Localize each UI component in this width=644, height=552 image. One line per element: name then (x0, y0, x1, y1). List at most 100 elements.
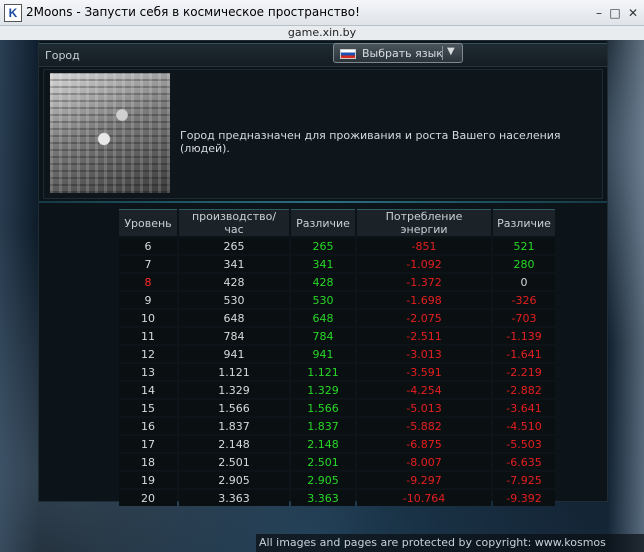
cell-energy: -10.764 (357, 490, 491, 506)
cell-energy: -6.875 (357, 436, 491, 452)
cell-energy-difference: -1.139 (493, 328, 555, 344)
column-header-level: Уровень (119, 209, 177, 236)
city-image (50, 73, 170, 193)
cell-difference: 1.837 (291, 418, 355, 434)
flag-icon (340, 49, 356, 59)
minimize-icon[interactable]: – (592, 6, 606, 20)
window-titlebar: K 2Moons - Запусти себя в космическое пр… (0, 0, 644, 26)
cell-production: 941 (179, 346, 289, 362)
cell-level: 17 (119, 436, 177, 452)
table-row: 19 2.905 2.905 -9.297 -7.925 (119, 472, 555, 488)
cell-production: 341 (179, 256, 289, 272)
cell-energy-difference: -326 (493, 292, 555, 308)
building-info-panel: Город Выбрать язык ▼ Город предназначен … (38, 40, 608, 506)
cell-energy: -1.092 (357, 256, 491, 272)
cell-production: 648 (179, 310, 289, 326)
column-header-energy: Потребление энергии (357, 209, 491, 236)
chevron-down-icon: ▼ (447, 46, 455, 57)
table-row: 16 1.837 1.837 -5.882 -4.510 (119, 418, 555, 434)
cell-energy: -3.013 (357, 346, 491, 362)
cell-difference: 2.905 (291, 472, 355, 488)
production-table: Уровень производство/час Различие Потреб… (117, 207, 557, 508)
cell-production: 1.837 (179, 418, 289, 434)
cell-level: 13 (119, 364, 177, 380)
table-row: 8 428 428 -1.372 0 (119, 274, 555, 290)
cell-production: 784 (179, 328, 289, 344)
cell-level: 15 (119, 400, 177, 416)
table-row: 17 2.148 2.148 -6.875 -5.503 (119, 436, 555, 452)
cell-difference: 530 (291, 292, 355, 308)
table-header-row: Уровень производство/час Различие Потреб… (119, 209, 555, 236)
language-select-label: Выбрать язык (362, 47, 443, 60)
cell-level: 10 (119, 310, 177, 326)
cell-energy: -5.882 (357, 418, 491, 434)
cell-level: 16 (119, 418, 177, 434)
section-divider (39, 201, 607, 203)
maximize-icon[interactable]: □ (608, 6, 622, 20)
table-row: 11 784 784 -2.511 -1.139 (119, 328, 555, 344)
table-row: 6 265 265 -851 521 (119, 238, 555, 254)
app-icon: K (4, 4, 22, 22)
cell-production: 1.329 (179, 382, 289, 398)
language-select-divider (442, 46, 443, 60)
cell-level: 6 (119, 238, 177, 254)
table-row: 20 3.363 3.363 -10.764 -9.392 (119, 490, 555, 506)
copyright-footer: All images and pages are protected by co… (256, 534, 644, 552)
table-row: 10 648 648 -2.075 -703 (119, 310, 555, 326)
building-description: Город предназначен для проживания и рост… (180, 129, 561, 155)
cell-energy-difference: -9.392 (493, 490, 555, 506)
cell-production: 428 (179, 274, 289, 290)
close-icon[interactable]: ✕ (626, 6, 640, 20)
table-row: 18 2.501 2.501 -8.007 -6.635 (119, 454, 555, 470)
background-decoration-left (0, 40, 38, 552)
cell-level: 8 (119, 274, 177, 290)
panel-header: Город Выбрать язык ▼ (39, 43, 607, 67)
window-title: 2Moons - Запусти себя в космическое прос… (26, 5, 360, 19)
cell-level: 20 (119, 490, 177, 506)
table-row: 9 530 530 -1.698 -326 (119, 292, 555, 308)
cell-difference: 265 (291, 238, 355, 254)
building-description-box: Город предназначен для проживания и рост… (43, 69, 603, 199)
cell-difference: 648 (291, 310, 355, 326)
cell-difference: 3.363 (291, 490, 355, 506)
cell-energy: -1.698 (357, 292, 491, 308)
cell-energy: -3.591 (357, 364, 491, 380)
cell-level: 18 (119, 454, 177, 470)
cell-production: 265 (179, 238, 289, 254)
cell-production: 2.501 (179, 454, 289, 470)
language-select[interactable]: Выбрать язык ▼ (333, 43, 463, 63)
cell-level: 19 (119, 472, 177, 488)
cell-energy-difference: 521 (493, 238, 555, 254)
cell-difference: 784 (291, 328, 355, 344)
cell-level: 12 (119, 346, 177, 362)
cell-energy-difference: -1.641 (493, 346, 555, 362)
cell-energy-difference: -703 (493, 310, 555, 326)
cell-difference: 428 (291, 274, 355, 290)
cell-level: 9 (119, 292, 177, 308)
table-row: 13 1.121 1.121 -3.591 -2.219 (119, 364, 555, 380)
cell-difference: 1.329 (291, 382, 355, 398)
cell-energy: -851 (357, 238, 491, 254)
cell-energy-difference: 280 (493, 256, 555, 272)
cell-production: 3.363 (179, 490, 289, 506)
background-decoration-right (608, 40, 644, 552)
table-row: 7 341 341 -1.092 280 (119, 256, 555, 272)
cell-energy-difference: -3.641 (493, 400, 555, 416)
cell-production: 2.148 (179, 436, 289, 452)
column-header-difference: Различие (291, 209, 355, 236)
page-background: Город Выбрать язык ▼ Город предназначен … (0, 40, 644, 552)
cell-difference: 1.121 (291, 364, 355, 380)
cell-energy-difference: -6.635 (493, 454, 555, 470)
cell-level: 7 (119, 256, 177, 272)
cell-production: 1.566 (179, 400, 289, 416)
cell-energy-difference: 0 (493, 274, 555, 290)
cell-production: 1.121 (179, 364, 289, 380)
cell-energy: -4.254 (357, 382, 491, 398)
cell-energy-difference: -7.925 (493, 472, 555, 488)
cell-level: 11 (119, 328, 177, 344)
table-row: 12 941 941 -3.013 -1.641 (119, 346, 555, 362)
cell-difference: 2.148 (291, 436, 355, 452)
cell-energy: -5.013 (357, 400, 491, 416)
cell-energy-difference: -5.503 (493, 436, 555, 452)
cell-energy-difference: -2.219 (493, 364, 555, 380)
